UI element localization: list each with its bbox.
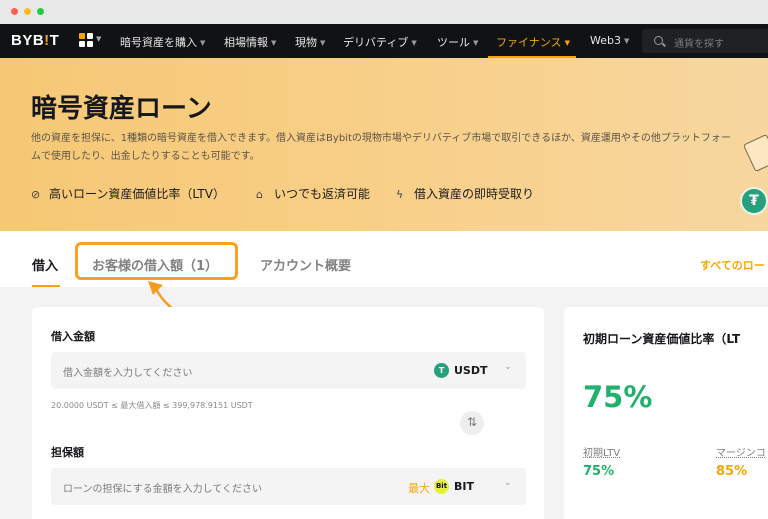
margin-call-ltv-value: 85% bbox=[716, 464, 748, 479]
view-all-loans-link[interactable]: すべてのロー bbox=[700, 257, 765, 273]
bybit-logo[interactable]: BYB!T bbox=[11, 32, 59, 49]
search-icon bbox=[654, 36, 663, 45]
margin-call-ltv-label[interactable]: マージンコ bbox=[716, 444, 766, 459]
chevron-down-icon[interactable]: ⌄ bbox=[504, 478, 512, 488]
borrow-amount-input[interactable]: 借入金額を入力してください T USDT ⌄ bbox=[51, 352, 526, 389]
nav-derivatives[interactable]: デリバティブ ▼ bbox=[343, 34, 417, 50]
search-placeholder: 通貨を探す bbox=[674, 39, 724, 50]
page-title: 暗号資産ローン bbox=[31, 94, 212, 124]
chevron-down-icon: ▼ bbox=[564, 39, 570, 47]
feature-high-ltv: ⊘ 高いローン資産価値比率（LTV） bbox=[31, 187, 225, 201]
collateral-amount-placeholder: ローンの担保にする金額を入力してください bbox=[63, 484, 262, 495]
top-navbar: BYB!T ▼ 暗号資産を購入 ▼ 相場情報 ▼ 現物 ▼ デリバティブ ▼ ツール ▼ … bbox=[0, 24, 768, 58]
initial-ltv-value: 75% bbox=[583, 464, 615, 479]
lightning-icon: ϟ bbox=[396, 188, 404, 201]
chevron-down-icon: ▼ bbox=[411, 39, 417, 47]
tutorial-highlight-box bbox=[75, 242, 238, 280]
nav-finance[interactable]: ファイナンス ▼ bbox=[496, 34, 570, 50]
borrow-amount-placeholder: 借入金額を入力してください bbox=[63, 368, 193, 379]
feature-repay-anytime: ⌂ いつでも返済可能 bbox=[256, 187, 371, 201]
chevron-down-icon: ▼ bbox=[473, 39, 479, 47]
feature-instant-receipt: ϟ 借入資産の即時受取り bbox=[396, 187, 535, 201]
initial-ltv-big-value: 75% bbox=[583, 380, 653, 414]
chevron-down-icon[interactable]: ⌄ bbox=[504, 362, 512, 372]
hero-illustration: ₮ bbox=[720, 130, 768, 230]
swap-arrows-icon[interactable]: ⇅ bbox=[460, 411, 484, 435]
window-titlebar bbox=[0, 0, 768, 24]
chevron-down-icon: ▼ bbox=[623, 37, 630, 45]
initial-ltv-label[interactable]: 初期LTV bbox=[583, 444, 620, 459]
collateral-amount-label: 担保額 bbox=[51, 446, 84, 459]
minimize-window-button[interactable] bbox=[24, 8, 31, 15]
borrow-form-card: 借入金額 借入金額を入力してください T USDT ⌄ 20.0000 USDT… bbox=[32, 307, 544, 519]
collateral-coin-name[interactable]: BIT bbox=[454, 480, 474, 493]
nav-web3[interactable]: Web3 ▼ bbox=[590, 34, 629, 47]
apps-grid-icon[interactable] bbox=[79, 33, 93, 47]
main-content: 借入 お客様の借入額（1） アカウント概要 すべてのロー 借入金額 借入金額を入… bbox=[0, 231, 768, 519]
chevron-down-icon: ▼ bbox=[320, 39, 326, 47]
usdt-coin-icon: T bbox=[434, 363, 449, 378]
document-illustration bbox=[742, 133, 768, 173]
borrow-range-text: 20.0000 USDT ≤ 最大借入額 ≤ 399,978.9151 USDT bbox=[51, 401, 253, 410]
tether-coin-icon: ₮ bbox=[740, 187, 768, 215]
ltv-info-card: 初期ローン資産価値比率（LT 75% 初期LTV 75% マージンコ 85% bbox=[564, 307, 768, 519]
hero-description: 他の資産を担保に、1種類の暗号資産を借入できます。借入資産はBybitの現物市場… bbox=[31, 133, 731, 162]
bit-coin-icon: Bit bbox=[434, 479, 449, 494]
nav-buy-crypto[interactable]: 暗号資産を購入 ▼ bbox=[120, 34, 205, 50]
bank-icon: ⌂ bbox=[256, 188, 263, 201]
nav-markets[interactable]: 相場情報 ▼ bbox=[224, 34, 276, 50]
search-input[interactable]: 通貨を探す bbox=[642, 29, 768, 53]
tabs-bar: 借入 お客様の借入額（1） アカウント概要 すべてのロー bbox=[0, 231, 768, 287]
check-circle-icon: ⊘ bbox=[31, 188, 41, 201]
tab-borrow[interactable]: 借入 bbox=[32, 255, 58, 274]
max-button[interactable]: 最大 bbox=[408, 480, 430, 496]
borrow-coin-name[interactable]: USDT bbox=[454, 364, 488, 377]
tab-account-overview[interactable]: アカウント概要 bbox=[260, 255, 351, 274]
chevron-down-icon: ▼ bbox=[271, 39, 277, 47]
borrow-amount-label: 借入金額 bbox=[51, 330, 95, 343]
nav-spot[interactable]: 現物 ▼ bbox=[295, 34, 325, 50]
chevron-down-icon: ▼ bbox=[200, 39, 206, 47]
tab-active-indicator bbox=[32, 285, 60, 287]
collateral-amount-input[interactable]: ローンの担保にする金額を入力してください 最大 Bit BIT ⌄ bbox=[51, 468, 526, 505]
close-window-button[interactable] bbox=[11, 8, 18, 15]
chevron-down-icon: ▼ bbox=[96, 35, 102, 43]
hero-banner: 暗号資産ローン 他の資産を担保に、1種類の暗号資産を借入できます。借入資産はBy… bbox=[0, 58, 768, 231]
maximize-window-button[interactable] bbox=[37, 8, 44, 15]
nav-tools[interactable]: ツール ▼ bbox=[437, 34, 478, 50]
initial-ltv-title: 初期ローン資産価値比率（LT bbox=[583, 332, 741, 346]
